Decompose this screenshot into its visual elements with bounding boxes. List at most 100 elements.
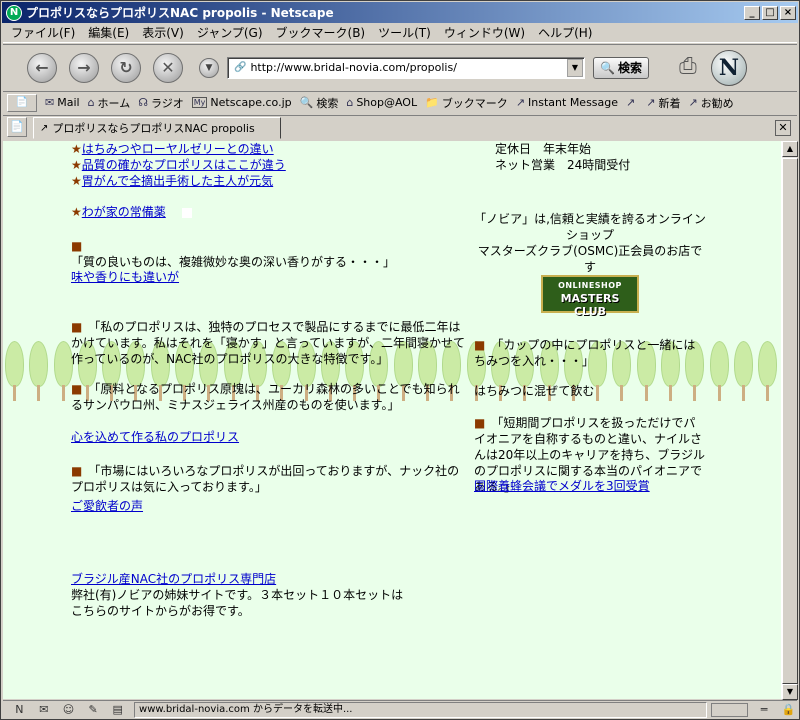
quote-4: ■ 「市場にはいろいろなプロポリスが出回っておりますが、ナック社のプロポリスは気に…: [71, 463, 465, 495]
tree-decoration: [27, 339, 51, 403]
composer-icon[interactable]: ✎: [85, 703, 102, 717]
link-item-2[interactable]: ★品質の確かなプロポリスはここが違う: [71, 157, 286, 173]
menu-view[interactable]: 表示(V): [142, 24, 184, 41]
masters-club-logo-wrap[interactable]: ONLINESHOP MASTERS CLUB: [474, 271, 706, 318]
navigator-icon[interactable]: N: [11, 703, 28, 717]
bullet-square-icon: ■: [71, 464, 83, 478]
tree-decoration: [756, 339, 780, 403]
mail-icon: ✉: [45, 96, 55, 109]
right-link-medal[interactable]: 国際養蜂会議でメダルを3回受賞: [474, 478, 706, 494]
link-home-medicine[interactable]: わが家の常備薬: [82, 205, 166, 219]
toolbar-grip[interactable]: 📄: [7, 93, 37, 112]
bullet-square-icon: ■: [71, 382, 83, 396]
logo-line-2: MASTERS CLUB: [560, 292, 620, 318]
search-icon: 🔍: [299, 96, 314, 109]
navigation-toolbar: ← → ↻ ✕ ▼ 🔗 http://www.bridal-novia.com/…: [3, 44, 797, 90]
personal-toolbar: 📄 ✉ Mail ⌂ ホーム ☊ ラジオ My Netscape.co.jp 🔍 検索 ⌂…: [3, 91, 797, 113]
back-button[interactable]: ←: [27, 52, 57, 83]
scroll-up-button[interactable]: ▲: [782, 141, 798, 157]
print-button[interactable]: ⎙: [671, 54, 705, 82]
progress-indicator: [710, 703, 748, 717]
quote-1: ■ 「質の良いものは、複雑微妙な奥の深い香りがする・・・」: [71, 238, 411, 270]
menu-tools[interactable]: ツール(T): [378, 24, 431, 41]
masters-club-logo[interactable]: ONLINESHOP MASTERS CLUB: [541, 275, 639, 318]
link-honey-difference[interactable]: はちみつやローヤルゼリーとの違い: [82, 142, 274, 156]
browser-window: N プロポリスならプロポリスNAC propolis - Netscape _ …: [0, 0, 800, 720]
scroll-down-button[interactable]: ▼: [782, 684, 798, 700]
toolbar-item-link[interactable]: ↗: [626, 96, 638, 109]
bullet-square-icon: ■: [474, 416, 486, 430]
stop-button[interactable]: ✕: [153, 52, 183, 83]
url-input[interactable]: 🔗 http://www.bridal-novia.com/propolis/ …: [227, 56, 585, 79]
forward-button[interactable]: →: [69, 52, 99, 83]
minimize-button[interactable]: _: [744, 5, 760, 20]
toolbar-item-label: Netscape.co.jp: [210, 96, 292, 109]
osmc-description: 「ノビア」は,信頼と実績を誇るオンラインショップ マスターズクラブ(OSMC)正…: [474, 212, 706, 274]
link-icon: ↗: [688, 96, 698, 109]
netscape-logo[interactable]: N: [710, 49, 747, 86]
quote-1-text: 「質の良いものは、複雑微妙な奥の深い香りがする・・・」: [71, 255, 396, 269]
scroll-thumb[interactable]: [782, 158, 798, 684]
tab-propolis[interactable]: ↗ プロポリスならプロポリスNAC propolis: [33, 117, 281, 139]
link-item-5[interactable]: 味や香りにも違いが: [71, 269, 179, 285]
holiday-info: 定休日 年末年始: [495, 142, 592, 156]
link-my-propolis[interactable]: 心を込めて作る私のプロポリス: [71, 430, 239, 444]
right-text-honey: はちみつに混ぜて飲む: [474, 384, 595, 398]
bookmark-icon: 📁: [425, 96, 439, 109]
link-item-1[interactable]: ★はちみつやローヤルゼリーとの違い: [71, 141, 274, 157]
link-stomach-cancer[interactable]: 胃がんで全摘出手術した主人が元気: [82, 174, 273, 188]
new-tab-button[interactable]: 📄: [7, 117, 27, 137]
toolbar-item-bookmarks[interactable]: 📁 ブックマーク: [425, 95, 508, 111]
home-icon: ⌂: [87, 96, 95, 109]
link-item-8[interactable]: ブラジル産NAC社のプロポリス専門店: [71, 571, 276, 587]
star-icon: ★: [71, 205, 82, 219]
link-quality[interactable]: 品質の確かなプロポリスはここが違う: [82, 158, 286, 172]
stop-icon: ✕: [161, 57, 175, 77]
maximize-button[interactable]: □: [762, 5, 778, 20]
link-item-4[interactable]: ★わが家の常備薬: [71, 204, 192, 220]
menu-go[interactable]: ジャンプ(G): [197, 24, 263, 41]
toolbar-item-search[interactable]: 🔍 検索: [300, 95, 339, 111]
menu-help[interactable]: ヘルプ(H): [538, 24, 592, 41]
page-icon: 🔗: [234, 62, 247, 73]
link-nac-store[interactable]: ブラジル産NAC社のプロポリス専門店: [71, 572, 276, 586]
search-button[interactable]: 🔍 検索: [593, 56, 649, 79]
url-dropdown-button[interactable]: ▼: [567, 58, 583, 77]
link-medal[interactable]: 国際養蜂会議でメダルを3回受賞: [474, 479, 650, 493]
toolbar-item-netscape[interactable]: My Netscape.co.jp: [191, 96, 292, 109]
toolbar-item-home[interactable]: ⌂ ホーム: [88, 95, 131, 111]
link-item-7[interactable]: ご愛飲者の声: [71, 498, 143, 514]
menu-window[interactable]: ウィンドウ(W): [444, 24, 525, 41]
menu-file[interactable]: ファイル(F): [11, 24, 75, 41]
security-lock-icon: 🔒: [781, 703, 796, 716]
toolbar-item-label: ホーム: [97, 96, 131, 110]
toolbar-item-mail[interactable]: ✉ Mail: [45, 96, 80, 109]
quote-3: ■ 「原料となるプロポリス原塊は、ユーカリ森林の多いことでも知られるサンパウロ州、…: [71, 381, 465, 413]
close-button[interactable]: ×: [780, 5, 796, 20]
toolbar-item-label: お勧め: [700, 96, 734, 110]
menu-bookmarks[interactable]: ブックマーク(B): [276, 24, 366, 41]
toolbar-item-label: ラジオ: [151, 96, 184, 110]
toolbar-item-label: ブックマーク: [441, 96, 508, 110]
url-history-button[interactable]: ▼: [199, 57, 219, 78]
close-tab-button[interactable]: ✕: [775, 120, 791, 136]
address-book-icon[interactable]: ▤: [109, 703, 126, 717]
toolbar-item-instant-message[interactable]: ↗ Instant Message: [516, 96, 618, 109]
toolbar-item-recommend[interactable]: ↗ お勧め: [688, 95, 733, 111]
bullet-square-icon: ■: [71, 239, 83, 253]
im-icon[interactable]: ☺: [60, 703, 77, 717]
link-item-6[interactable]: 心を込めて作る私のプロポリス: [71, 429, 239, 445]
link-taste-aroma[interactable]: 味や香りにも違いが: [71, 270, 179, 284]
link-item-3[interactable]: ★胃がんで全摘出手術した主人が元気: [71, 173, 273, 189]
toolbar-item-label: 新着: [658, 96, 681, 110]
menu-edit[interactable]: 編集(E): [88, 24, 129, 41]
toolbar-item-shop[interactable]: ⌂ Shop@AOL: [346, 96, 417, 109]
toolbar-item-new[interactable]: ↗ 新着: [646, 95, 680, 111]
quote-4-text: 「市場にはいろいろなプロポリスが出回っておりますが、ナック社のプロポリスは気に入…: [71, 464, 460, 494]
vertical-scrollbar[interactable]: ▲ ▼: [781, 141, 798, 700]
link-testimonials[interactable]: ご愛飲者の声: [71, 499, 143, 513]
mail-icon[interactable]: ✉: [36, 703, 53, 717]
toolbar-item-radio[interactable]: ☊ ラジオ: [138, 95, 184, 111]
reload-button[interactable]: ↻: [111, 52, 141, 83]
right-quote-1-text: 「カップの中にプロポリスと一緒にはちみつを入れ・・・」: [474, 338, 696, 368]
